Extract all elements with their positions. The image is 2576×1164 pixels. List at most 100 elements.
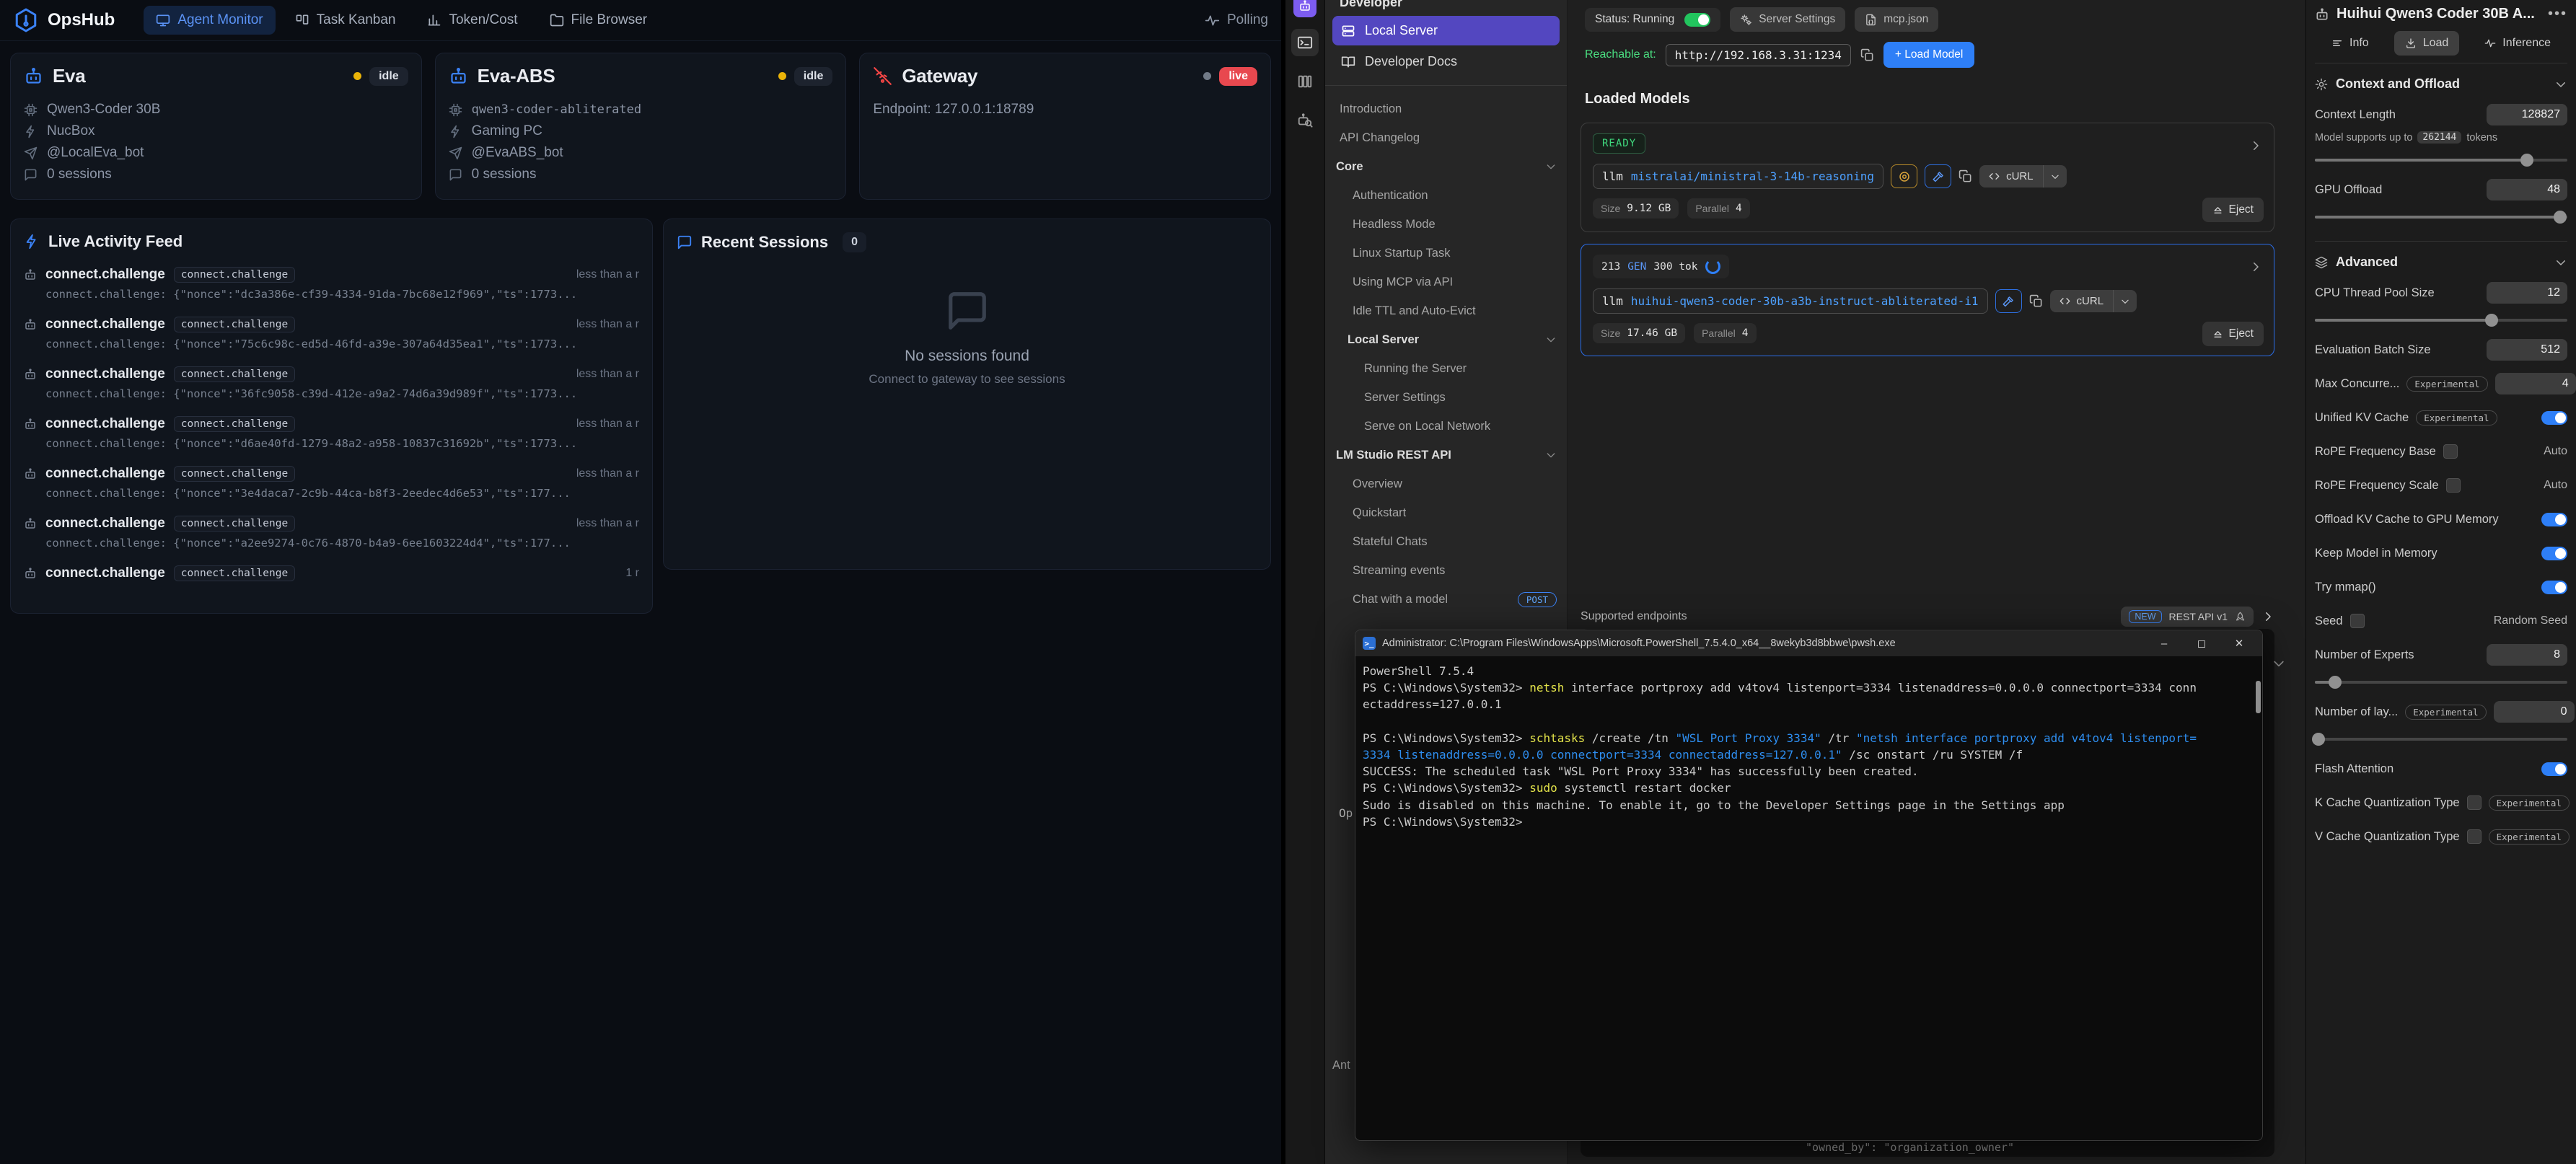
chevron-right-icon[interactable] [2249,260,2262,273]
tab-file-browser[interactable]: File Browser [537,6,660,35]
eject-button[interactable]: Eject [2202,322,2264,346]
rail-columns-button[interactable] [1291,68,1319,95]
checkbox[interactable] [2443,444,2458,459]
chevron-right-icon[interactable] [2249,139,2262,152]
doc-nav-streaming-events[interactable]: Streaming events [1325,556,1567,585]
agent-card-gateway[interactable]: GatewayliveEndpoint: 127.0.0.1:18789 [859,53,1271,200]
rest-api-badge-group[interactable]: NEW REST API v1 [2121,607,2254,627]
sidebar-item-local-server[interactable]: Local Server [1332,16,1560,45]
setting-toggle[interactable] [2541,411,2567,425]
feed-entry[interactable]: connect.challengeconnect.challengeless t… [24,317,639,366]
minimize-icon[interactable]: – [2145,630,2183,656]
copy-address-icon[interactable] [1860,48,1874,62]
feed-entry[interactable]: connect.challengeconnect.challengeless t… [24,416,639,466]
agent-card-eva-abs[interactable]: Eva-ABSidleqwen3-coder-abliteratedGaming… [435,53,847,200]
curl-dropdown[interactable]: cURL [2050,290,2137,312]
tab-info[interactable]: Info [2321,31,2380,56]
copy-model-icon[interactable] [1959,169,1972,183]
server-toggle[interactable] [1684,13,1710,27]
doc-nav-chat-with-a-model[interactable]: Chat with a modelPOST [1325,585,1567,614]
tab-inference[interactable]: Inference [2474,31,2562,56]
doc-nav-headless-mode[interactable]: Headless Mode [1325,210,1567,239]
feed-entry[interactable]: connect.challengeconnect.challengeless t… [24,366,639,416]
doc-nav-serve-on-local-network[interactable]: Serve on Local Network [1325,412,1567,441]
setting-toggle[interactable] [2541,513,2567,526]
copy-model-icon[interactable] [2029,294,2043,308]
setting-toggle[interactable] [2541,762,2567,776]
doc-nav-idle-ttl-and-auto-evict[interactable]: Idle TTL and Auto-Evict [1325,296,1567,325]
feed-entry[interactable]: connect.challengeconnect.challengeless t… [24,267,639,317]
sidebar-item-developer-docs[interactable]: Developer Docs [1332,47,1560,76]
checkbox[interactable] [2467,795,2482,810]
slider-knob[interactable] [2554,211,2567,224]
supported-endpoints-row[interactable]: Supported endpoints NEW REST API v1 [1581,607,2274,627]
setting-value-input[interactable]: 512 [2487,339,2567,361]
doc-nav-running-the-server[interactable]: Running the Server [1325,354,1567,383]
doc-nav-api-changelog[interactable]: API Changelog [1325,123,1567,152]
close-icon[interactable]: ✕ [2220,630,2258,656]
doc-nav-overview[interactable]: Overview [1325,469,1567,498]
server-settings-button[interactable]: Server Settings [1730,7,1845,32]
server-address[interactable]: http://192.168.3.31:1234 [1666,44,1851,66]
doc-nav-linux-startup-task[interactable]: Linux Startup Task [1325,239,1567,268]
doc-nav-using-mcp-via-api[interactable]: Using MCP via API [1325,268,1567,296]
setting-value-input[interactable]: 128827 [2487,104,2567,125]
lmstudio-logo[interactable] [1293,0,1316,17]
vision-button[interactable] [1891,164,1917,188]
setting-toggle[interactable] [2541,547,2567,560]
tab-task-kanban[interactable]: Task Kanban [283,6,408,35]
tab-token-cost[interactable]: Token/Cost [415,6,529,35]
scroll-down-chevron-icon[interactable] [2272,656,2286,671]
model-card-huihui-qwen3[interactable]: 213 GEN 300 tok llmhuihui-qwen3-coder-30… [1581,244,2274,356]
setting-value-input[interactable]: 48 [2487,179,2567,200]
eject-button[interactable]: Eject [2202,198,2264,222]
doc-nav-local-server[interactable]: Local Server [1325,325,1567,354]
agent-card-eva[interactable]: EvaidleQwen3-Coder 30BNucBox@LocalEva_bo… [10,53,422,200]
maximize-icon[interactable]: ◻ [2183,630,2220,656]
doc-nav-authentication[interactable]: Authentication [1325,181,1567,210]
feed-entry[interactable]: connect.challengeconnect.challengeless t… [24,466,639,516]
setting-slider[interactable] [2315,154,2567,167]
doc-nav-introduction[interactable]: Introduction [1325,94,1567,123]
rail-developer-button[interactable] [1291,29,1319,56]
tools-button[interactable] [1925,164,1951,188]
chevron-right-icon[interactable] [2261,610,2274,623]
slider-knob[interactable] [2329,676,2342,689]
checkbox[interactable] [2446,478,2461,493]
tools-button[interactable] [1995,289,2022,313]
slider-knob[interactable] [2312,733,2325,746]
setting-toggle[interactable] [2541,581,2567,594]
terminal-scrollbar[interactable] [2256,681,2261,713]
model-identifier[interactable]: llmmistralai/ministral-3-14b-reasoning [1593,164,1883,189]
rail-model-search-button[interactable] [1291,107,1319,134]
powershell-window[interactable]: >_ Administrator: C:\Program Files\Windo… [1355,630,2263,1141]
model-card-ministral[interactable]: READY llmmistralai/ministral-3-14b-reaso… [1581,123,2274,232]
tab-load[interactable]: Load [2394,31,2460,56]
checkbox[interactable] [2350,614,2365,628]
terminal-titlebar[interactable]: >_ Administrator: C:\Program Files\Windo… [1355,630,2262,656]
load-model-button[interactable]: + Load Model [1883,42,1974,68]
slider-knob[interactable] [2520,154,2533,167]
checkbox[interactable] [2467,829,2482,844]
nav-clipped-item[interactable]: Ant [1332,1059,1350,1072]
setting-slider[interactable] [2315,676,2567,689]
feed-entry[interactable]: connect.challengeconnect.challenge1 r [24,565,639,614]
setting-slider[interactable] [2315,314,2567,327]
slider-knob[interactable] [2485,314,2498,327]
setting-slider[interactable] [2315,211,2567,224]
setting-value-input[interactable]: 4 [2495,373,2576,394]
doc-nav-lm-studio-rest-api[interactable]: LM Studio REST API [1325,441,1567,469]
setting-value-input[interactable]: 0 [2494,701,2575,723]
model-identifier[interactable]: llmhuihui-qwen3-coder-30b-a3b-instruct-a… [1593,288,1988,314]
terminal-output[interactable]: PowerShell 7.5.4PS C:\Windows\System32> … [1355,656,2262,837]
doc-nav-quickstart[interactable]: Quickstart [1325,498,1567,527]
more-options-icon[interactable]: ••• [2548,6,2567,22]
doc-nav-stateful-chats[interactable]: Stateful Chats [1325,527,1567,556]
curl-dropdown[interactable]: cURL [1979,165,2067,188]
doc-nav-server-settings[interactable]: Server Settings [1325,383,1567,412]
setting-slider[interactable] [2315,733,2567,746]
setting-value-input[interactable]: 8 [2487,644,2567,666]
mcp-json-button[interactable]: mcp.json [1855,7,1938,32]
tab-agent-monitor[interactable]: Agent Monitor [144,6,275,35]
advanced-section-header[interactable]: Advanced [2315,255,2567,270]
